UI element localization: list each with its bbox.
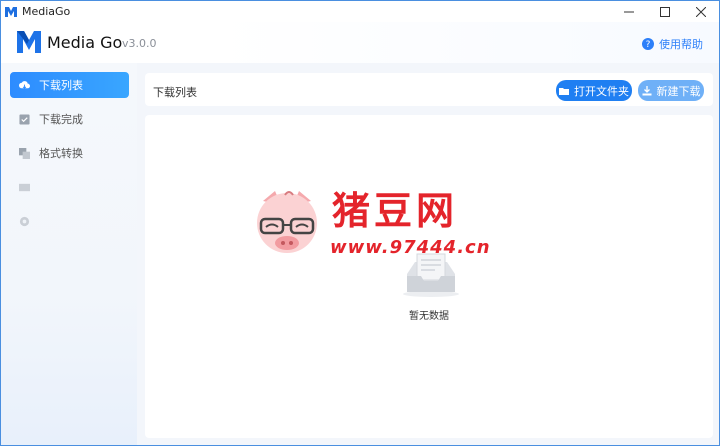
sidebar: 下载列表 下载完成 格式转换 [1,63,137,445]
mediago-logo-icon [17,31,41,53]
open-folder-button[interactable]: 打开文件夹 [556,80,632,101]
help-icon: ? [642,38,654,50]
new-download-label: 新建下载 [656,84,701,98]
empty-state-text: 暂无数据 [409,311,449,322]
sidebar-item-video[interactable] [10,174,129,200]
toolbar: 下载列表 打开文件夹 新建下载 [145,73,713,106]
watermark-title: 猪豆网 [332,189,459,233]
brand-name: Media Go [47,33,123,52]
svg-text:?: ? [646,40,651,50]
window-controls [611,1,719,22]
minimize-icon [624,11,634,12]
sidebar-item-label: 下载完成 [39,113,83,126]
maximize-button[interactable] [647,1,683,22]
sidebar-item-download-complete[interactable]: 下载完成 [10,106,129,132]
sidebar-item-label: 下载列表 [39,79,83,92]
app-header: Media Go v3.0.0 ? 使用帮助 [1,22,719,84]
maximize-icon [660,6,670,17]
watermark-url: www.97444.cn [330,237,491,258]
version-label: v3.0.0 [122,37,157,50]
gear-icon [19,216,30,226]
title-bar: MediaGo [1,1,719,22]
sidebar-item-label: 格式转换 [39,147,83,160]
sidebar-item-format-convert[interactable]: 格式转换 [10,140,129,166]
close-button[interactable] [683,1,719,22]
folder-icon [559,87,569,95]
convert-icon [19,147,30,159]
download-icon [642,85,651,95]
window-title: MediaGo [22,5,71,18]
help-label: 使用帮助 [659,38,703,51]
cloud-download-icon [19,80,30,89]
new-download-button[interactable]: 新建下载 [638,80,704,101]
sidebar-item-download-list[interactable]: 下载列表 [10,72,129,98]
video-icon [19,183,30,191]
download-list-panel: 暂无数据 [145,115,713,438]
help-link[interactable]: ? 使用帮助 [642,36,703,52]
minimize-button[interactable] [611,1,647,22]
check-box-icon [19,113,30,125]
app-window: MediaGo Media Go v3.0.0 ? 使用帮助 下载列表 下载完成… [0,0,720,446]
app-logo-icon [5,6,17,17]
page-title: 下载列表 [153,86,197,99]
sidebar-item-settings[interactable] [10,208,129,234]
close-icon [696,6,706,17]
open-folder-label: 打开文件夹 [574,84,629,98]
